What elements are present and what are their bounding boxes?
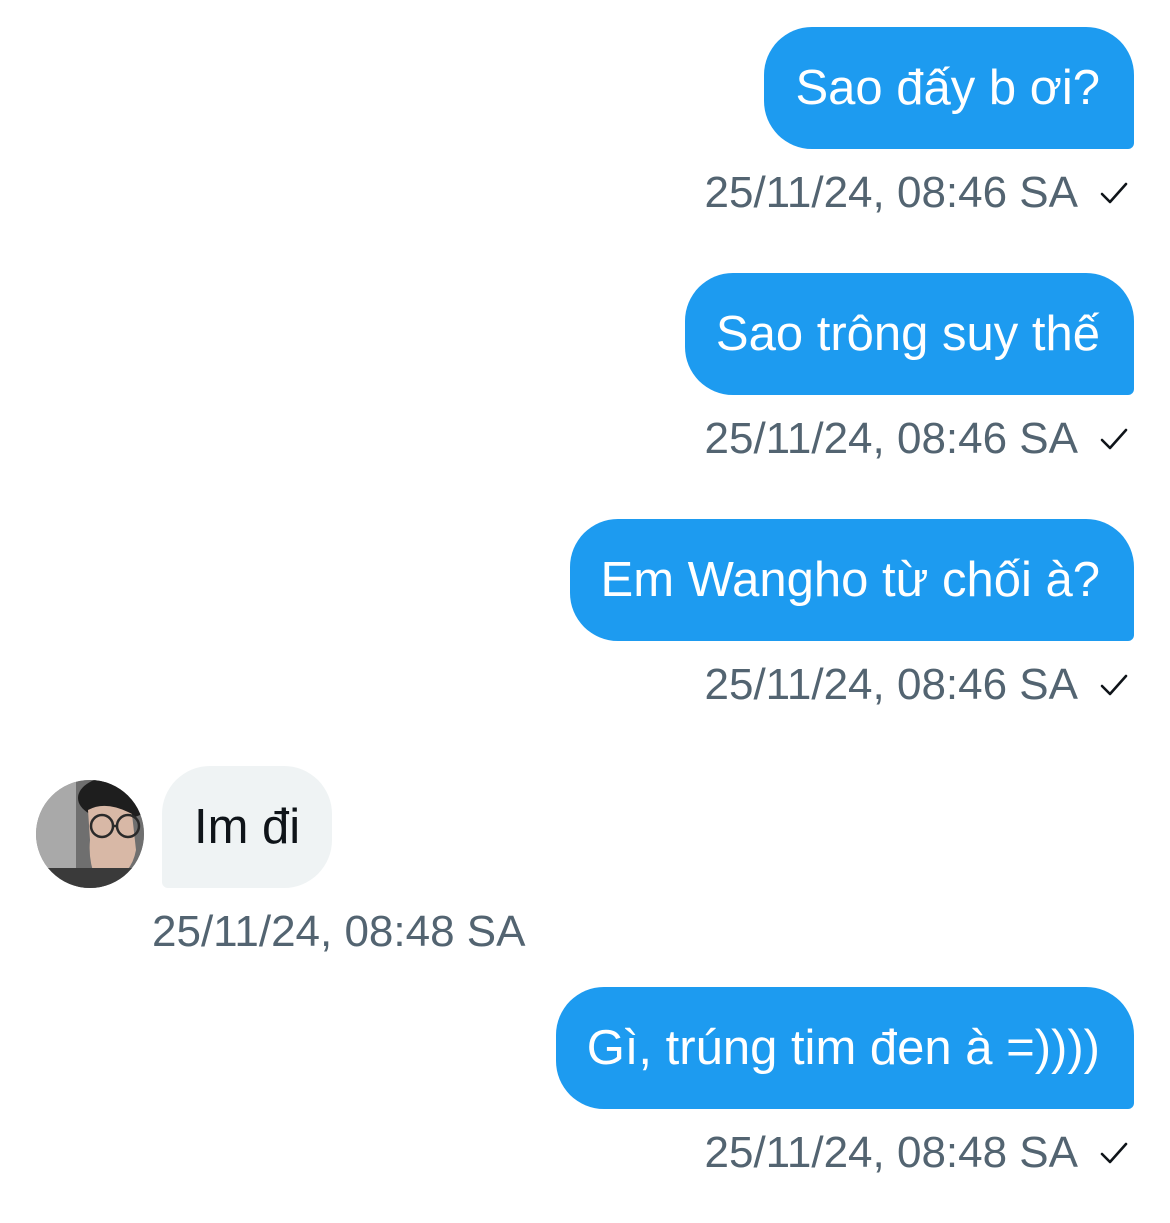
message-text: Sao đấy b ơi? [795,61,1100,115]
message-meta: 25/11/24, 08:48 SA [705,1127,1130,1179]
avatar[interactable] [36,780,144,888]
message-text: Gì, trúng tim đen à =)))) [586,1021,1100,1075]
check-icon [1100,428,1128,450]
message-timestamp: 25/11/24, 08:46 SA [704,660,1078,709]
message-bubble-outgoing[interactable]: Sao đấy b ơi? [764,27,1134,149]
message-timestamp: 25/11/24, 08:48 SA [704,1128,1078,1177]
message-bubble-outgoing[interactable]: Em Wangho từ chối à? [569,519,1134,641]
message-timestamp: 25/11/24, 08:46 SA [704,168,1078,217]
message-text: Im đi [194,800,301,854]
message-meta: 25/11/24, 08:46 SA [705,167,1130,219]
check-icon [1100,674,1128,696]
message-meta: 25/11/24, 08:46 SA [705,413,1130,465]
check-icon [1100,182,1128,204]
message-bubble-outgoing[interactable]: Sao trông suy thế [684,273,1134,395]
message-bubble-incoming[interactable]: Im đi [162,766,333,888]
message-timestamp: 25/11/24, 08:48 SA [152,907,526,956]
message-timestamp: 25/11/24, 08:46 SA [704,414,1078,463]
check-icon [1100,1142,1128,1164]
avatar-image [36,780,144,888]
message-meta: 25/11/24, 08:48 SA [152,906,525,958]
message-text: Em Wangho từ chối à? [600,553,1100,607]
message-meta: 25/11/24, 08:46 SA [705,659,1130,711]
message-bubble-outgoing[interactable]: Gì, trúng tim đen à =)))) [555,987,1134,1109]
message-text: Sao trông suy thế [715,307,1100,361]
